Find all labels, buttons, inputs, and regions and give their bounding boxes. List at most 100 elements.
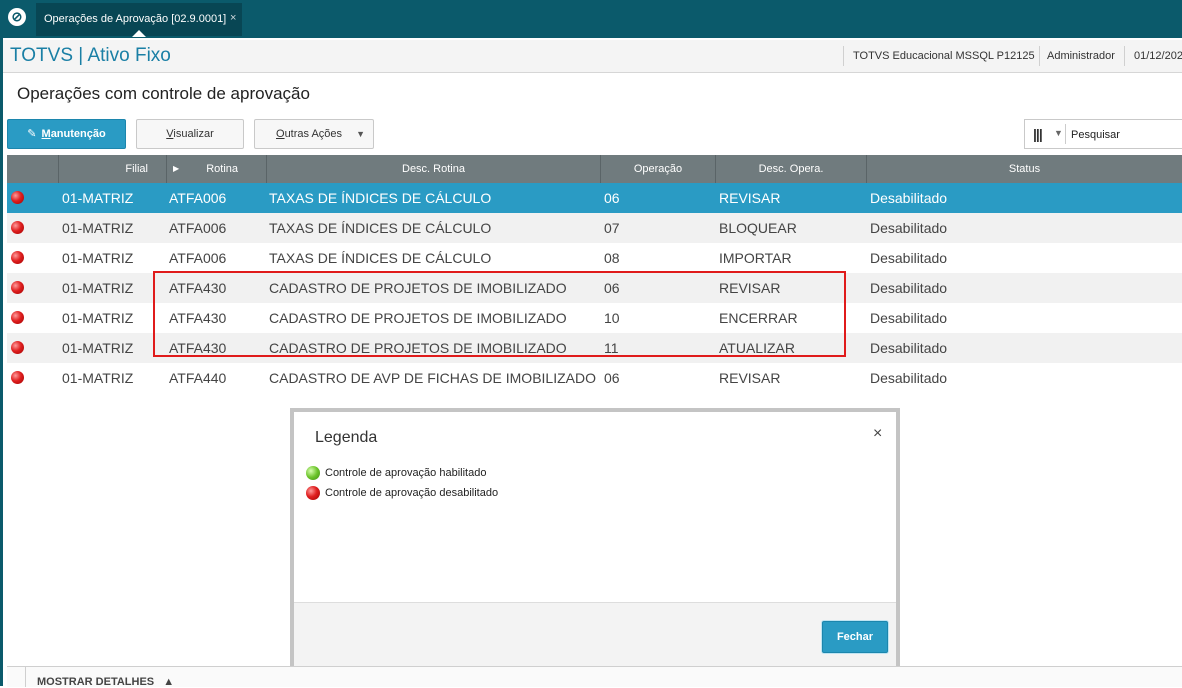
visualizar-button[interactable]: Visualizar <box>136 119 244 149</box>
status-disabled-icon <box>11 281 24 294</box>
tab-label: Operações de Aprovação [02.9.0001] <box>44 13 227 25</box>
cell-filial: 01-MATRIZ <box>62 370 134 386</box>
cell-rotina: ATFA006 <box>169 250 227 266</box>
cell-filial: 01-MATRIZ <box>62 190 134 206</box>
cell-status: Desabilitado <box>870 220 948 236</box>
mostrar-detalhes-label: MOSTRAR DETALHES <box>37 676 155 688</box>
column-header-desc-rotina[interactable]: Desc. Rotina <box>267 155 601 183</box>
legend-dialog-frame: Legenda × Controle de aprovação habilita… <box>290 408 900 672</box>
header-divider <box>1039 46 1040 66</box>
chevron-down-icon[interactable]: ▼ <box>1054 128 1063 138</box>
cell-desc-opera: BLOQUEAR <box>719 220 797 236</box>
cell-operacao: 08 <box>604 250 620 266</box>
column-header-rotina[interactable]: ▶ Rotina <box>167 155 267 183</box>
search-divider <box>1065 124 1066 144</box>
details-bar: MOSTRAR DETALHES ▲ <box>7 666 1182 688</box>
search-box: ||| ▼ <box>1024 119 1182 149</box>
grid-header: Filial ▶ Rotina Desc. Rotina Operação Des… <box>7 155 1182 183</box>
top-tab-bar: ⊘ Operações de Aprovação [02.9.0001] × <box>0 0 1182 38</box>
tab-close-icon[interactable]: × <box>230 12 236 24</box>
cell-status: Desabilitado <box>870 310 948 326</box>
column-header-status[interactable]: Status <box>867 155 1182 183</box>
totvs-logo-icon[interactable]: ⊘ <box>8 8 26 26</box>
cell-desc-opera: REVISAR <box>719 370 781 386</box>
cell-operacao: 06 <box>604 370 620 386</box>
search-input[interactable] <box>1069 124 1182 146</box>
dialog-title: Legenda <box>315 429 378 446</box>
cell-status: Desabilitado <box>870 250 948 266</box>
status-disabled-icon <box>11 341 24 354</box>
fechar-button[interactable]: Fechar <box>822 621 888 653</box>
page-title: Operações com controle de aprovação <box>17 84 310 103</box>
column-header-desc-opera[interactable]: Desc. Opera. <box>716 155 867 183</box>
tab-operacoes-aprovacao[interactable]: Operações de Aprovação [02.9.0001] × <box>36 3 242 37</box>
manutencao-hotkey: M <box>41 128 51 140</box>
environment-label: TOTVS Educacional MSSQL P12125 <box>853 50 1035 62</box>
cell-desc-rotina: CADASTRO DE AVP DE FICHAS DE IMOBILIZADO <box>269 370 596 386</box>
cell-filial: 01-MATRIZ <box>62 310 134 326</box>
outras-acoes-label: utras Ações <box>284 128 343 140</box>
cell-status: Desabilitado <box>870 190 948 206</box>
app-header: TOTVS | Ativo Fixo TOTVS Educacional MSS… <box>3 40 1182 73</box>
app-title: TOTVS | Ativo Fixo <box>10 45 171 66</box>
chevron-down-icon: ▼ <box>356 129 365 139</box>
tab-active-caret-icon <box>132 30 146 37</box>
status-disabled-icon <box>11 311 24 324</box>
status-enabled-icon <box>306 466 320 480</box>
cell-status: Desabilitado <box>870 370 948 386</box>
date-label: 01/12/202 <box>1134 50 1182 62</box>
cell-filial: 01-MATRIZ <box>62 340 134 356</box>
columns-icon[interactable]: ||| <box>1033 126 1043 142</box>
cell-desc-rotina: TAXAS DE ÍNDICES DE CÁLCULO <box>269 190 492 206</box>
outras-acoes-hotkey: O <box>276 128 285 140</box>
header-divider <box>843 46 844 66</box>
mostrar-detalhes-toggle[interactable]: MOSTRAR DETALHES ▲ <box>37 676 174 688</box>
table-row[interactable]: 01-MATRIZ ATFA006 TAXAS DE ÍNDICES DE CÁ… <box>7 243 1182 273</box>
cell-desc-rotina: TAXAS DE ÍNDICES DE CÁLCULO <box>269 250 492 266</box>
visualizar-label: isualizar <box>173 128 214 140</box>
table-row[interactable]: 01-MATRIZ ATFA440 CADASTRO DE AVP DE FIC… <box>7 363 1182 393</box>
cell-desc-rotina: TAXAS DE ÍNDICES DE CÁLCULO <box>269 220 492 236</box>
cell-rotina: ATFA006 <box>169 220 227 236</box>
user-label[interactable]: Administrador <box>1047 40 1115 72</box>
cell-operacao: 07 <box>604 220 620 236</box>
cell-operacao: 06 <box>604 190 620 206</box>
legend-item-label: Controle de aprovação habilitado <box>325 466 487 479</box>
cell-status: Desabilitado <box>870 340 948 356</box>
column-header-legend[interactable] <box>7 155 59 183</box>
column-header-operacao[interactable]: Operação <box>601 155 716 183</box>
cell-filial: 01-MATRIZ <box>62 280 134 296</box>
legend-item-enabled: Controle de aprovação habilitado <box>306 466 486 480</box>
cell-rotina: ATFA440 <box>169 370 227 386</box>
table-row[interactable]: 01-MATRIZ ATFA006 TAXAS DE ÍNDICES DE CÁ… <box>7 183 1182 213</box>
cell-filial: 01-MATRIZ <box>62 250 134 266</box>
close-icon[interactable]: × <box>873 425 882 443</box>
cell-status: Desabilitado <box>870 280 948 296</box>
manutencao-button[interactable]: ✎ Manutenção <box>7 119 126 149</box>
status-disabled-icon <box>11 221 24 234</box>
legend-dialog: Legenda × Controle de aprovação habilita… <box>294 412 896 669</box>
manutencao-label: anutenção <box>50 128 106 140</box>
pencil-icon: ✎ <box>27 128 37 140</box>
highlight-annotation-box <box>153 271 846 357</box>
chevron-up-icon: ▲ <box>163 676 175 688</box>
details-divider <box>25 667 26 687</box>
sort-arrow-icon: ▶ <box>173 164 180 173</box>
cell-desc-opera: REVISAR <box>719 190 781 206</box>
outras-acoes-dropdown[interactable]: Outras Ações ▼ <box>254 119 374 149</box>
cell-rotina: ATFA006 <box>169 190 227 206</box>
table-row[interactable]: 01-MATRIZ ATFA006 TAXAS DE ÍNDICES DE CÁ… <box>7 213 1182 243</box>
column-header-rotina-label: Rotina <box>206 163 238 175</box>
cell-desc-opera: IMPORTAR <box>719 250 792 266</box>
header-divider <box>1124 46 1125 66</box>
legend-item-disabled: Controle de aprovação desabilitado <box>306 486 498 500</box>
column-header-filial[interactable]: Filial <box>59 155 167 183</box>
legend-item-label: Controle de aprovação desabilitado <box>325 486 499 499</box>
status-disabled-icon <box>11 371 24 384</box>
left-frame-border <box>0 38 3 686</box>
dialog-footer: Fechar <box>294 602 896 669</box>
cell-filial: 01-MATRIZ <box>62 220 134 236</box>
status-disabled-icon <box>306 486 320 500</box>
status-disabled-icon <box>11 251 24 264</box>
status-disabled-icon <box>11 191 24 204</box>
